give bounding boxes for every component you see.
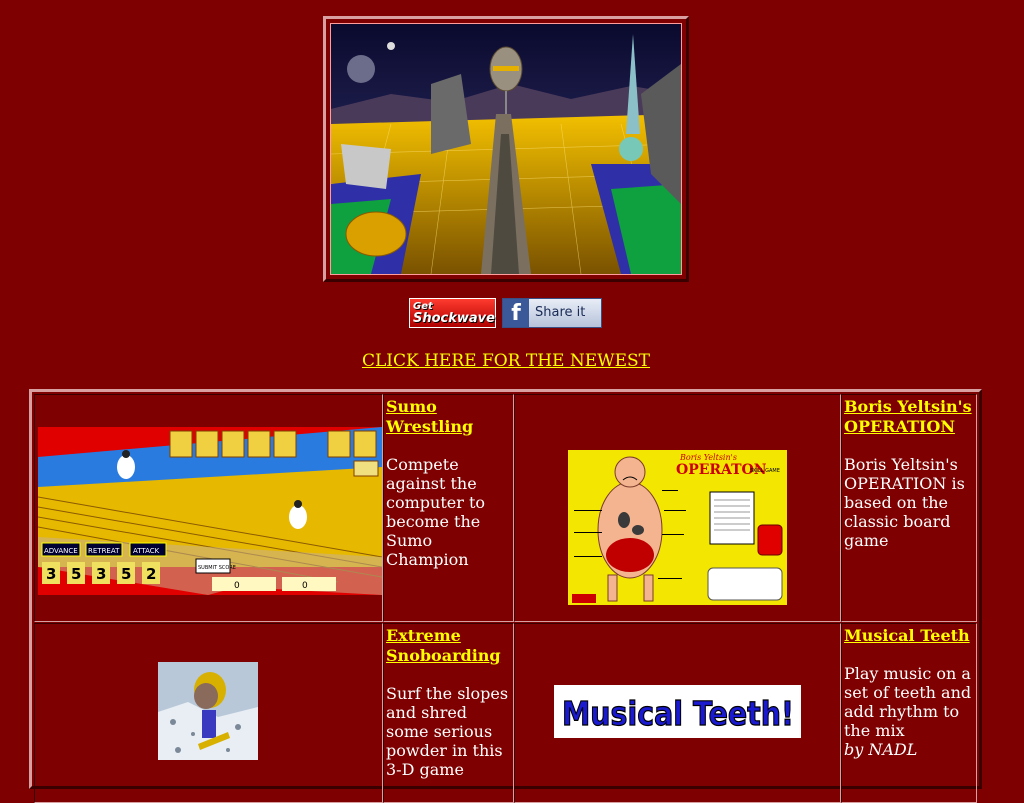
banner-image: [330, 23, 682, 275]
musical-teeth-thumb-cell: Musical Teeth!: [514, 623, 841, 803]
snowboard-text-cell: Extreme Snoboarding Surf the slopes and …: [383, 623, 514, 803]
boris-yeltsin-operation-link[interactable]: Boris Yeltsin's OPERATION: [844, 397, 974, 437]
boris-yeltsin-operation-thumbnail[interactable]: Boris Yeltsin's OPERATON SKILL GAME: [568, 450, 787, 605]
sumo-card-1: 3: [46, 565, 56, 583]
sumo-text-cell: Sumo Wrestling Compete against the compu…: [383, 394, 514, 622]
operation-heading-small: Boris Yeltsin's: [679, 453, 737, 462]
sumo-score-2: 0: [302, 581, 308, 591]
musical-teeth-logo-text: Musical Teeth!: [562, 694, 794, 733]
sumo-retreat-label: RETREAT: [88, 547, 120, 555]
sumo-score-1: 0: [234, 581, 240, 591]
extreme-snoboarding-link[interactable]: Extreme Snoboarding: [386, 626, 511, 666]
musical-teeth-thumbnail[interactable]: Musical Teeth!: [554, 685, 801, 738]
musical-teeth-text-cell: Musical Teeth Play music on a set of tee…: [841, 623, 977, 803]
sumo-wrestling-thumbnail[interactable]: ADVANCE RETREAT ATTACK 3 5 3 5 2 SUBMIT …: [38, 427, 382, 595]
sumo-submit-label: SUBMIT SCORE: [198, 565, 236, 571]
facebook-share-button[interactable]: f Share it: [502, 298, 602, 328]
musical-teeth-description: Play music on a set of teeth and add rhy…: [844, 664, 972, 740]
sumo-card-5: 2: [146, 565, 156, 583]
musical-teeth-author: by NADL: [844, 740, 918, 759]
get-shockwave-button[interactable]: Get Shockwave: [409, 298, 496, 328]
facebook-icon: f: [503, 299, 529, 327]
sumo-advance-label: ADVANCE: [44, 547, 78, 555]
banner-frame: [323, 16, 689, 282]
sumo-thumb-cell: ADVANCE RETREAT ATTACK 3 5 3 5 2 SUBMIT …: [34, 394, 383, 622]
snowboard-thumb-cell: [34, 623, 383, 803]
sumo-wrestling-link[interactable]: Sumo Wrestling: [386, 397, 511, 437]
extreme-snoboarding-description: Surf the slopes and shred some serious p…: [386, 684, 509, 779]
newest-games-link[interactable]: CLICK HERE FOR THE NEWEST: [0, 351, 1012, 371]
games-table: ADVANCE RETREAT ATTACK 3 5 3 5 2 SUBMIT …: [29, 389, 982, 803]
sumo-card-4: 5: [121, 565, 131, 583]
sumo-card-2: 5: [71, 565, 81, 583]
musical-teeth-link[interactable]: Musical Teeth: [844, 626, 974, 646]
sumo-wrestling-description: Compete against the computer to become t…: [386, 455, 486, 569]
boris-yeltsin-operation-description: Boris Yeltsin's OPERATION is based on th…: [844, 455, 965, 550]
operation-thumb-cell: Boris Yeltsin's OPERATON SKILL GAME: [514, 394, 841, 622]
operation-heading-sub: SKILL GAME: [750, 468, 780, 474]
operation-text-cell: Boris Yeltsin's OPERATION Boris Yeltsin'…: [841, 394, 977, 622]
sumo-card-3: 3: [96, 565, 106, 583]
sumo-attack-label: ATTACK: [133, 547, 160, 555]
extreme-snoboarding-thumbnail[interactable]: [158, 662, 258, 760]
share-label: Share it: [535, 305, 586, 320]
shockwave-label-2: Shockwave: [413, 311, 495, 326]
